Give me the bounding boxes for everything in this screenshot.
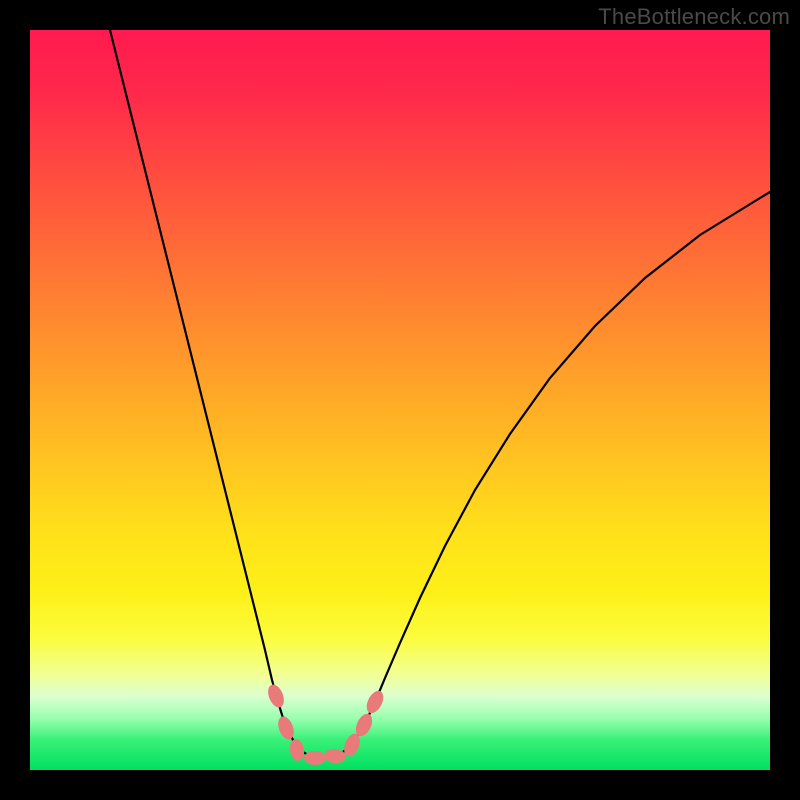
curve-marker <box>265 682 287 709</box>
chart-svg <box>30 30 770 770</box>
curve-marker <box>275 714 296 741</box>
curve-markers <box>265 682 387 765</box>
chart-plot-area <box>30 30 770 770</box>
curve-marker <box>323 748 346 764</box>
bottleneck-curve <box>110 30 770 758</box>
curve-marker <box>304 751 326 765</box>
curve-marker <box>288 738 306 762</box>
curve-marker <box>363 688 386 716</box>
watermark-text: TheBottleneck.com <box>598 4 790 30</box>
